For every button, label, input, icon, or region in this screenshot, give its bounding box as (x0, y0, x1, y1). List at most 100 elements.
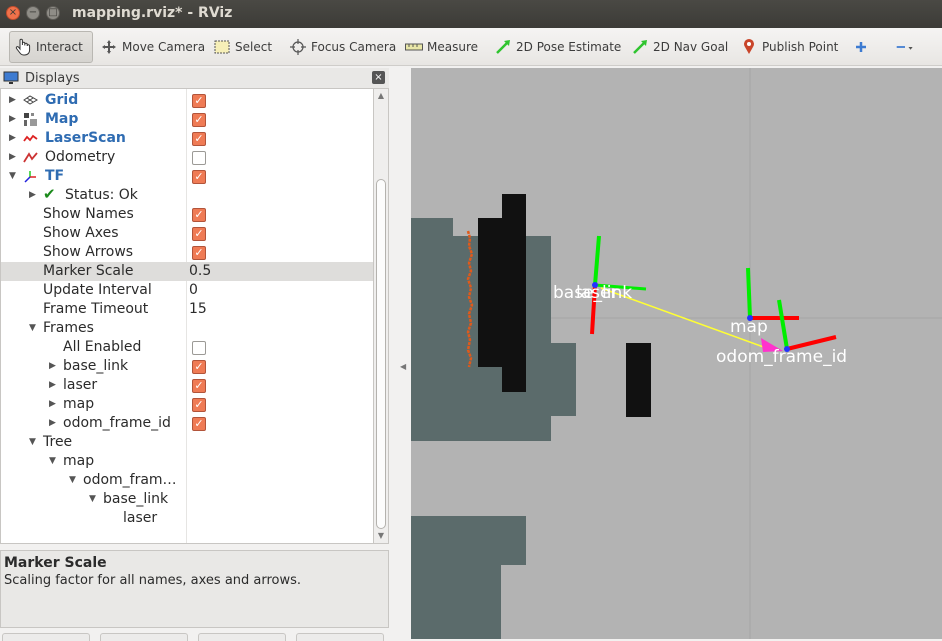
duplicate-display-button[interactable] (100, 633, 188, 641)
odom-frame-id-checkbox[interactable]: ✓ (192, 417, 206, 431)
collapse-arrow-icon[interactable]: ▼ (29, 437, 37, 447)
tree-row-odometry[interactable]: ▶ Odometry (1, 148, 373, 167)
maximize-window-button[interactable]: □ (46, 6, 60, 20)
description-text: Scaling factor for all names, axes and a… (4, 573, 302, 588)
tf-enabled-checkbox[interactable]: ✓ (192, 170, 206, 184)
tree-label-show-arrows: Show Arrows (43, 244, 134, 260)
expand-arrow-icon[interactable]: ▶ (9, 95, 17, 105)
tree-row-frame-base-link[interactable]: ▶ base_link ✓ (1, 357, 373, 376)
publish-point-tool-button[interactable]: Publish Point (740, 31, 838, 63)
tree-row-update-interval[interactable]: Update Interval 0 (1, 281, 373, 300)
frame-timeout-value[interactable]: 15 (189, 301, 207, 317)
all-enabled-checkbox[interactable] (192, 341, 206, 355)
tree-row-tree-laser[interactable]: laser (1, 509, 373, 528)
expand-arrow-icon[interactable]: ▶ (49, 361, 57, 371)
expand-arrow-icon[interactable]: ▶ (9, 114, 17, 124)
laser-checkbox[interactable]: ✓ (192, 379, 206, 393)
scrollbar-thumb[interactable] (376, 179, 386, 529)
map-enabled-checkbox[interactable]: ✓ (192, 113, 206, 127)
minimize-window-button[interactable]: − (26, 6, 40, 20)
expand-arrow-icon[interactable]: ▶ (49, 418, 57, 428)
map-icon (23, 112, 38, 127)
measure-tool-button[interactable]: Measure (405, 31, 478, 63)
show-axes-checkbox[interactable]: ✓ (192, 227, 206, 241)
collapse-arrow-icon[interactable]: ▼ (49, 456, 57, 466)
close-window-button[interactable]: × (6, 6, 20, 20)
scroll-up-arrow-icon[interactable]: ▲ (376, 91, 386, 101)
expand-arrow-icon[interactable]: ▶ (49, 399, 57, 409)
show-names-checkbox[interactable]: ✓ (192, 208, 206, 222)
2d-pose-estimate-tool-button[interactable]: 2D Pose Estimate (494, 31, 621, 63)
3d-viewport[interactable]: base_link laser map odom_frame_id (411, 68, 942, 639)
expand-arrow-icon[interactable]: ▶ (9, 152, 17, 162)
tree-row-marker-scale[interactable]: Marker Scale 0.5 (1, 262, 373, 281)
laserscan-enabled-checkbox[interactable]: ✓ (192, 132, 206, 146)
tree-row-show-arrows[interactable]: Show Arrows ✓ (1, 243, 373, 262)
add-tool-button[interactable] (852, 31, 874, 63)
tree-label-base-link: base_link (63, 358, 129, 374)
tree-row-all-enabled[interactable]: All Enabled (1, 338, 373, 357)
displays-scrollbar[interactable]: ▲ ▼ (374, 88, 389, 544)
close-displays-button[interactable]: × (372, 71, 385, 84)
expand-arrow-icon[interactable]: ▶ (29, 190, 37, 200)
frame-label-map: map (730, 317, 768, 337)
collapse-arrow-icon[interactable]: ▼ (29, 323, 37, 333)
show-arrows-checkbox[interactable]: ✓ (192, 246, 206, 260)
focus-camera-tool-button[interactable]: Focus Camera (289, 31, 396, 63)
tree-row-tree-odom[interactable]: ▼ odom_fram… (1, 471, 373, 490)
tree-row-frames[interactable]: ▼ Frames (1, 319, 373, 338)
2d-nav-goal-label: 2D Nav Goal (653, 40, 729, 54)
expand-arrow-icon[interactable]: ▶ (49, 380, 57, 390)
2d-nav-goal-tool-button[interactable]: 2D Nav Goal (631, 31, 728, 63)
maximize-icon: □ (48, 7, 58, 18)
tree-row-map[interactable]: ▶ Map ✓ (1, 110, 373, 129)
tree-row-laserscan[interactable]: ▶ LaserScan ✓ (1, 129, 373, 148)
tree-row-show-names[interactable]: Show Names ✓ (1, 205, 373, 224)
remove-tool-button[interactable] (896, 31, 918, 63)
collapse-arrow-icon[interactable]: ▼ (9, 171, 17, 181)
tree-row-frame-timeout[interactable]: Frame Timeout 15 (1, 300, 373, 319)
tree-row-frame-laser[interactable]: ▶ laser ✓ (1, 376, 373, 395)
map-pin-icon (740, 38, 758, 56)
move-camera-tool-button[interactable]: Move Camera (100, 31, 205, 63)
hand-pointer-icon (14, 38, 32, 56)
tree-row-tree-map[interactable]: ▼ map (1, 452, 373, 471)
2d-pose-estimate-label: 2D Pose Estimate (516, 40, 622, 54)
tree-label-marker-scale: Marker Scale (43, 263, 134, 279)
select-tool-button[interactable]: Select (213, 31, 272, 63)
tree-row-show-axes[interactable]: Show Axes ✓ (1, 224, 373, 243)
tf-icon (23, 169, 38, 184)
collapse-arrow-icon[interactable]: ▼ (89, 494, 97, 504)
tree-row-tree-base-link[interactable]: ▼ base_link (1, 490, 373, 509)
collapse-panel-arrow-icon[interactable]: ◀ (400, 362, 406, 371)
title-bar: × − □ mapping.rviz* - RViz (0, 0, 942, 28)
remove-display-button[interactable] (198, 633, 286, 641)
tree-label-laserscan: LaserScan (45, 130, 126, 146)
tree-row-frame-map[interactable]: ▶ map ✓ (1, 395, 373, 414)
focus-crosshair-icon (289, 38, 307, 56)
tree-row-status[interactable]: ▶ ✔ Status: Ok (1, 185, 373, 205)
tree-label-tree-odom: odom_fram… (83, 472, 177, 488)
select-label: Select (235, 40, 273, 54)
collapse-arrow-icon[interactable]: ▼ (69, 475, 77, 485)
odometry-enabled-checkbox[interactable] (192, 151, 206, 165)
move-camera-label: Move Camera (122, 40, 206, 54)
tree-row-frame-odom[interactable]: ▶ odom_frame_id ✓ (1, 414, 373, 433)
panel-splitter[interactable] (389, 68, 411, 639)
marker-scale-value[interactable]: 0.5 (189, 263, 211, 279)
map-frame-checkbox[interactable]: ✓ (192, 398, 206, 412)
tree-row-tf[interactable]: ▼ TF ✓ (1, 167, 373, 186)
tree-row-grid[interactable]: ▶ Grid ✓ (1, 91, 373, 110)
tree-label-odometry: Odometry (45, 149, 116, 165)
interact-tool-button[interactable]: Interact (9, 31, 93, 63)
update-interval-value[interactable]: 0 (189, 282, 198, 298)
rename-display-button[interactable] (296, 633, 384, 641)
add-display-button[interactable] (2, 633, 90, 641)
toolbar: Interact Move Camera Select Focus Camera… (0, 28, 942, 66)
grid-enabled-checkbox[interactable]: ✓ (192, 94, 206, 108)
base-link-checkbox[interactable]: ✓ (192, 360, 206, 374)
scroll-down-arrow-icon[interactable]: ▼ (376, 531, 386, 541)
expand-arrow-icon[interactable]: ▶ (9, 133, 17, 143)
tree-row-tree[interactable]: ▼ Tree (1, 433, 373, 452)
tree-label-all-enabled: All Enabled (63, 339, 142, 355)
